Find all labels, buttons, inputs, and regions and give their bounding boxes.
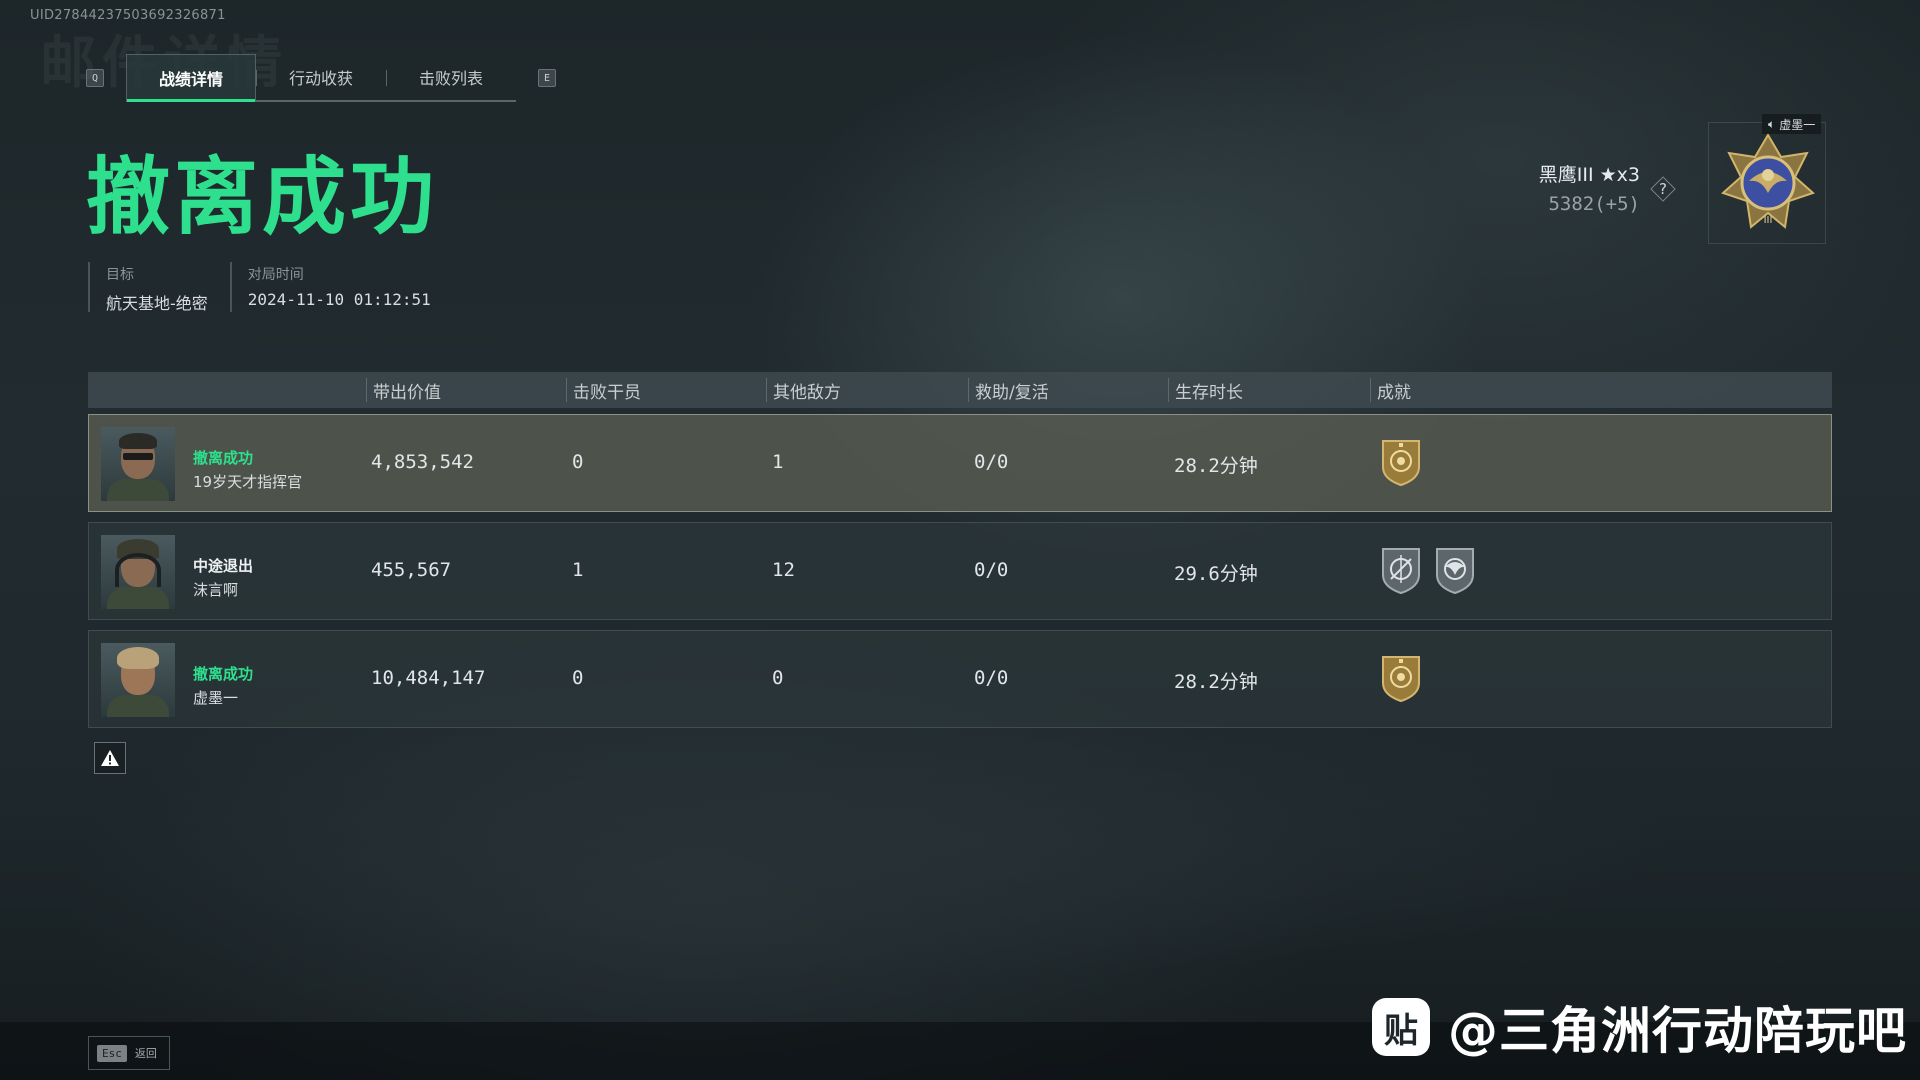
- column-header-achievements[interactable]: 成就: [1370, 378, 1411, 403]
- avatar-body: [107, 695, 169, 717]
- player-status: 撤离成功: [193, 449, 254, 467]
- table-row[interactable]: 撤离成功 19岁天才指挥官 4,853,542 0 1 0/0 28.2分钟: [88, 414, 1832, 512]
- voice-tag-name: 虚墨一: [1779, 117, 1816, 132]
- assist-cell: 0/0: [974, 667, 1009, 689]
- defeated-cell: 0: [572, 451, 584, 473]
- svg-text:III: III: [1764, 215, 1773, 226]
- value-cell: 455,567: [371, 559, 452, 581]
- player-name: 沫言啊: [193, 581, 239, 599]
- tab-match-details[interactable]: 战绩详情: [126, 54, 256, 102]
- player-status: 撤离成功: [193, 665, 254, 683]
- column-header-survival[interactable]: 生存时长: [1168, 378, 1243, 403]
- player-name: 19岁天才指挥官: [193, 473, 303, 491]
- tieba-logo-icon: 贴: [1372, 998, 1430, 1056]
- column-header-value[interactable]: 带出价值: [366, 378, 441, 403]
- tab-kill-list[interactable]: 击败列表: [386, 54, 516, 100]
- background-terrain: [0, 720, 1920, 1020]
- rank-info: 黑鹰III ★x3 5382(+5): [1539, 160, 1640, 215]
- target-label: 目标: [106, 267, 134, 283]
- watermark-text: @三角洲行动陪玩吧: [1448, 1002, 1907, 1060]
- column-header-other[interactable]: 其他敌方: [766, 378, 841, 403]
- defeated-cell: 0: [572, 667, 584, 689]
- survival-cell: 28.2分钟: [1174, 455, 1258, 477]
- other-cell: 1: [772, 451, 784, 473]
- help-icon-glyph: ?: [1659, 180, 1667, 198]
- report-warning-button[interactable]: [94, 742, 126, 774]
- watermark: 贴 @三角洲行动陪玩吧: [1372, 990, 1907, 1064]
- player-name: 虚墨一: [193, 689, 239, 707]
- gold-shield-achievement-icon[interactable]: [1379, 437, 1423, 487]
- survival-cell: 28.2分钟: [1174, 671, 1258, 693]
- voice-tag: 🔈︎ 虚墨一: [1762, 114, 1822, 134]
- rank-name: 黑鹰III ★x3: [1538, 164, 1640, 186]
- value-cell: 10,484,147: [371, 667, 486, 689]
- time-block: 对局时间 2024-11-10 01:12:51: [229, 262, 431, 312]
- avatar-hair: [117, 647, 159, 669]
- avatar-headset: [115, 553, 161, 587]
- table-row[interactable]: 中途退出 沫言啊 455,567 1 12 0/0 29.6分钟: [88, 522, 1832, 620]
- target-value: 航天基地-绝密: [106, 294, 208, 313]
- survival-cell: 29.6分钟: [1174, 563, 1258, 585]
- avatar: [101, 427, 175, 501]
- back-label: 返回: [134, 1047, 157, 1060]
- help-icon[interactable]: ?: [1650, 176, 1676, 202]
- column-header-defeated[interactable]: 击败干员: [566, 378, 641, 403]
- rank-medal-icon: III: [1721, 133, 1815, 229]
- table-row[interactable]: 撤离成功 虚墨一 10,484,147 0 0 0/0 28.2分钟: [88, 630, 1832, 728]
- avatar-glasses: [123, 453, 153, 460]
- rank-badge[interactable]: III: [1708, 122, 1826, 244]
- tab-prev-key[interactable]: Q: [86, 69, 104, 87]
- table-header: 带出价值 击败干员 其他敌方 救助/复活 生存时长 成就: [88, 372, 1832, 408]
- avatar: [101, 643, 175, 717]
- avatar-body: [107, 587, 169, 609]
- avatar: [101, 535, 175, 609]
- warning-icon: [101, 750, 119, 766]
- avatar-body: [107, 479, 169, 501]
- other-cell: 0: [772, 667, 784, 689]
- esc-key: Esc: [97, 1044, 127, 1062]
- rank-points: 5382(+5): [1548, 193, 1640, 215]
- avatar-hair: [119, 433, 157, 449]
- tab-next-key[interactable]: E: [538, 69, 556, 87]
- defeated-cell: 1: [572, 559, 584, 581]
- player-status: 中途退出: [193, 557, 254, 575]
- value-cell: 4,853,542: [371, 451, 474, 473]
- time-label: 对局时间: [247, 267, 304, 283]
- time-value: 2024-11-10 01:12:51: [247, 290, 431, 309]
- assist-cell: 0/0: [974, 451, 1009, 473]
- speaker-icon: 🔈︎: [1768, 116, 1776, 131]
- gold-shield-achievement-icon[interactable]: [1379, 653, 1423, 703]
- column-header-assist[interactable]: 救助/复活: [968, 378, 1049, 403]
- back-button[interactable]: Esc 返回: [88, 1036, 170, 1070]
- result-title: 撤离成功: [86, 148, 439, 246]
- assist-cell: 0/0: [974, 559, 1009, 581]
- tab-group: 战绩详情 行动收获 击败列表: [126, 54, 516, 102]
- target-block: 目标 航天基地-绝密: [88, 262, 208, 313]
- match-meta: 目标 航天基地-绝密 对局时间 2024-11-10 01:12:51: [88, 262, 431, 313]
- other-cell: 12: [772, 559, 795, 581]
- crosshair-achievement-icon[interactable]: [1379, 545, 1423, 595]
- eagle-achievement-icon[interactable]: [1433, 545, 1477, 595]
- tab-loot[interactable]: 行动收获: [256, 54, 386, 100]
- tab-bar: Q 战绩详情 行动收获 击败列表 E: [86, 54, 556, 102]
